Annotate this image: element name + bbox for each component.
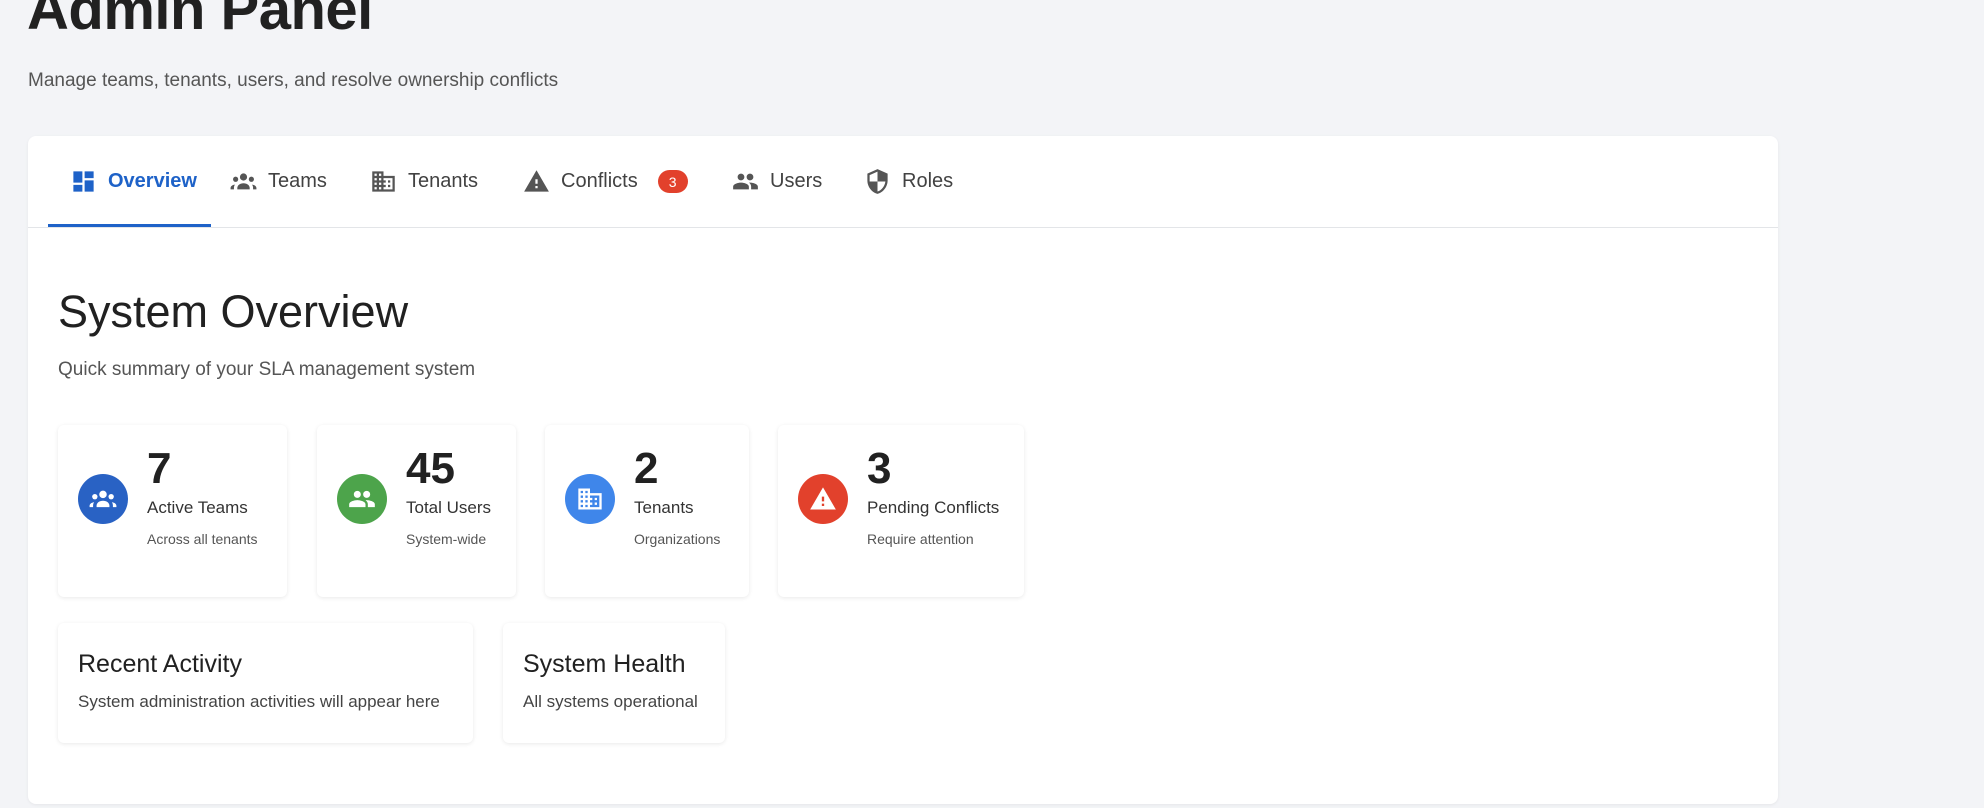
stat-caption: Require attention xyxy=(867,531,974,547)
stat-value: 7 xyxy=(147,444,172,493)
warning-icon xyxy=(524,170,549,192)
tab-label: Overview xyxy=(108,170,197,192)
stat-value: 3 xyxy=(867,444,892,493)
stat-caption: System-wide xyxy=(406,531,487,547)
recent-activity-text: System administration activities will ap… xyxy=(78,692,440,711)
building-icon xyxy=(578,488,602,510)
system-health-card: System Health All systems operational xyxy=(503,623,725,743)
tab-overview[interactable]: Overview xyxy=(70,136,197,227)
groups-icon xyxy=(89,490,117,508)
stat-card-pending-conflicts: 3 Pending Conflicts Require attention xyxy=(778,425,1024,597)
recent-activity-title: Recent Activity xyxy=(78,650,242,678)
stat-value: 45 xyxy=(406,444,455,493)
stat-caption: Across all tenants xyxy=(147,531,258,547)
tab-roles[interactable]: Roles xyxy=(864,136,953,227)
recent-activity-card: Recent Activity System administration ac… xyxy=(58,623,473,743)
tab-teams[interactable]: Teams xyxy=(230,136,327,227)
stat-card-total-users: 45 Total Users System-wide xyxy=(317,425,516,597)
page-subtitle: Manage teams, tenants, users, and resolv… xyxy=(28,70,559,91)
shield-icon xyxy=(867,169,888,194)
tab-label: Conflicts xyxy=(561,170,638,192)
stat-card-tenants: 2 Tenants Organizations xyxy=(545,425,749,597)
building-icon xyxy=(372,171,395,192)
admin-panel-card: Overview Teams Tenants Conflicts 3 Users… xyxy=(28,136,1778,804)
page-title: Admin Panel xyxy=(27,0,373,42)
active-tab-indicator xyxy=(48,224,211,227)
groups-icon xyxy=(230,173,257,190)
stat-value: 2 xyxy=(634,444,659,493)
tab-users[interactable]: Users xyxy=(732,136,822,227)
people-icon xyxy=(349,490,375,508)
stat-icon-circle xyxy=(565,474,615,524)
section-subtitle: Quick summary of your SLA management sys… xyxy=(58,359,476,380)
people-icon xyxy=(733,173,758,190)
dashboard-icon xyxy=(73,171,94,192)
tab-label: Users xyxy=(770,170,823,192)
stat-card-active-teams: 7 Active Teams Across all tenants xyxy=(58,425,287,597)
tab-bar: Overview Teams Tenants Conflicts 3 Users… xyxy=(28,136,1778,228)
warning-icon xyxy=(810,487,836,510)
stat-icon-circle xyxy=(337,474,387,524)
stat-label: Total Users xyxy=(406,498,492,517)
conflicts-count-badge: 3 xyxy=(657,170,688,193)
stat-icon-circle xyxy=(78,474,128,524)
tab-conflicts[interactable]: Conflicts 3 xyxy=(523,136,688,227)
stat-label: Pending Conflicts xyxy=(867,498,1000,517)
system-health-title: System Health xyxy=(523,650,686,678)
stat-label: Active Teams xyxy=(147,498,248,517)
tab-label: Teams xyxy=(268,170,327,192)
stat-icon-circle xyxy=(798,474,848,524)
tab-label: Tenants xyxy=(408,170,479,192)
stat-caption: Organizations xyxy=(634,531,721,547)
tab-label: Roles xyxy=(902,170,954,192)
section-title: System Overview xyxy=(58,286,409,337)
stat-label: Tenants xyxy=(634,498,694,517)
tab-tenants[interactable]: Tenants xyxy=(370,136,478,227)
system-health-text: All systems operational xyxy=(523,692,698,711)
